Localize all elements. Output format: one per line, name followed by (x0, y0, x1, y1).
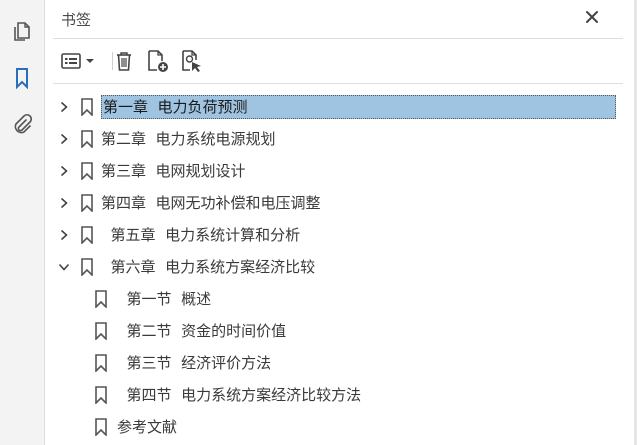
bookmark-label: 第三节 经济评价方法 (117, 354, 272, 372)
bookmark-icon (94, 354, 108, 373)
bookmark-from-selection-icon (182, 50, 201, 72)
bookmark-icon (80, 98, 94, 117)
new-bookmark-icon (148, 50, 168, 72)
bookmark-subitem[interactable]: 第二节 资金的时间价值 (45, 315, 637, 347)
bookmark-toolbar (55, 46, 615, 76)
bookmark-label: 参考文献 (117, 418, 178, 436)
bookmark-from-selection-button[interactable] (179, 46, 205, 76)
bookmark-item[interactable]: 第三章 电网规划设计 (45, 155, 637, 187)
bookmark-icon (94, 290, 108, 309)
bookmark-icon[interactable] (9, 65, 35, 91)
options-menu-button[interactable] (59, 46, 99, 76)
bookmark-label: 第六章 电力系统方案经济比较 (101, 258, 316, 276)
pages-icon[interactable] (9, 19, 35, 45)
delete-bookmark-button[interactable] (113, 46, 135, 76)
navigation-rail (0, 0, 45, 445)
bookmark-icon (80, 130, 94, 149)
bookmark-icon (80, 162, 94, 181)
chevron-right-icon[interactable] (58, 228, 70, 242)
bookmark-label: 第四节 电力系统方案经济比较方法 (117, 386, 362, 404)
bookmark-icon (80, 258, 94, 277)
chevron-right-icon[interactable] (58, 196, 70, 210)
chevron-right-icon[interactable] (58, 132, 70, 146)
close-icon[interactable] (583, 8, 601, 26)
bookmark-item[interactable]: 第二章 电力系统电源规划 (45, 123, 637, 155)
bookmark-item[interactable]: 第一章 电力负荷预测 (45, 91, 637, 123)
attachment-icon[interactable] (9, 111, 35, 137)
bookmarks-panel: 书签 第一章 电力负荷预测 第二章 电力系统电源规划 第三章 电网规划设计 第四… (45, 0, 637, 445)
bookmark-subitem[interactable]: 第四节 电力系统方案经济比较方法 (45, 379, 637, 411)
chevron-down-icon[interactable] (58, 260, 70, 274)
bookmark-label: 第五章 电力系统计算和分析 (101, 226, 301, 244)
bookmark-label: 第二章 电力系统电源规划 (101, 130, 276, 148)
bookmark-icon (80, 226, 94, 245)
bookmark-label: 第四章 电网无功补偿和电压调整 (101, 194, 321, 212)
bookmark-subitem[interactable]: 第三节 经济评价方法 (45, 347, 637, 379)
trash-icon (117, 52, 131, 71)
divider (53, 83, 623, 84)
new-bookmark-button[interactable] (145, 46, 171, 76)
bookmark-item[interactable]: 第四章 电网无功补偿和电压调整 (45, 187, 637, 219)
chevron-right-icon[interactable] (58, 100, 70, 114)
bookmark-label: 第一章 电力负荷预测 (101, 95, 616, 119)
bookmark-item[interactable]: 第五章 电力系统计算和分析 (45, 219, 637, 251)
panel-title: 书签 (61, 11, 92, 29)
bookmark-icon (94, 386, 108, 405)
bookmark-item[interactable]: 第六章 电力系统方案经济比较 (45, 251, 637, 283)
bookmark-icon (94, 322, 108, 341)
chevron-right-icon[interactable] (58, 164, 70, 178)
options-menu-icon (61, 53, 94, 69)
bookmark-label: 第三章 电网规划设计 (101, 162, 246, 180)
bookmark-icon (94, 418, 108, 437)
bookmark-icon (80, 194, 94, 213)
bookmark-label: 第二节 资金的时间价值 (117, 322, 287, 340)
bookmark-subitem[interactable]: 第一节 概述 (45, 283, 637, 315)
bookmark-subitem[interactable]: 参考文献 (45, 411, 637, 443)
bookmark-label: 第一节 概述 (117, 290, 212, 308)
divider (53, 38, 623, 39)
